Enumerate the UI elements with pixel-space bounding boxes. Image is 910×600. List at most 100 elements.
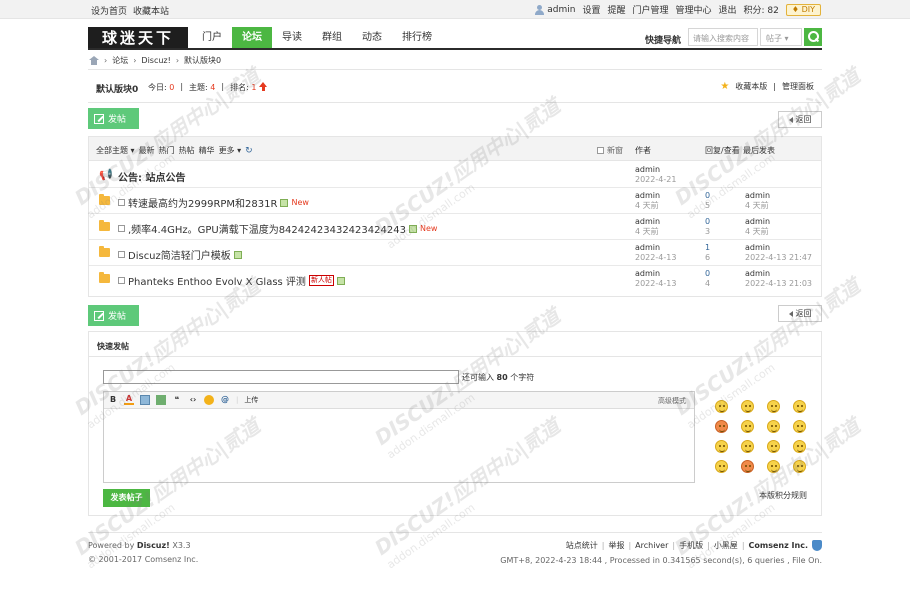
thread-replies[interactable]: 0: [705, 217, 710, 227]
diy-button[interactable]: ♦ DIY: [785, 3, 821, 16]
filter-digest[interactable]: 精华: [199, 145, 215, 156]
announcement-author[interactable]: admin: [635, 165, 676, 175]
smiley-icon[interactable]: [767, 440, 780, 453]
thread-checkbox[interactable]: [118, 251, 125, 258]
thread-checkbox[interactable]: [118, 225, 125, 232]
breadcrumb-forum[interactable]: 论坛: [112, 55, 128, 66]
nav-forum[interactable]: 论坛: [232, 27, 272, 48]
new-window-toggle[interactable]: 新窗: [597, 145, 623, 156]
thread-author[interactable]: admin: [635, 269, 676, 279]
settings-link[interactable]: 设置: [582, 3, 600, 16]
footer-stats-link[interactable]: 站点统计: [566, 540, 598, 551]
nav-groups[interactable]: 群组: [312, 27, 352, 48]
footer-report-link[interactable]: 举报: [608, 540, 624, 551]
thread-title[interactable]: ,频率4.4GHz。GPU满载下温度为84242423432423424243: [128, 221, 406, 236]
nav-ranking[interactable]: 排行榜: [392, 27, 442, 48]
advanced-mode-link[interactable]: 高级模式: [658, 396, 686, 406]
smiley-icon[interactable]: [741, 440, 754, 453]
new-post-button-top[interactable]: 发帖: [88, 108, 139, 129]
smiley-icon[interactable]: [767, 420, 780, 433]
search-input[interactable]: 请输入搜索内容: [688, 28, 758, 46]
thread-author[interactable]: admin: [635, 217, 660, 227]
col-replies-views[interactable]: 回复/查看: [705, 145, 740, 156]
admin-center-link[interactable]: 管理中心: [675, 3, 711, 16]
subject-input[interactable]: [103, 370, 459, 384]
search-type-select[interactable]: 帖子 ▾: [760, 28, 802, 46]
nav-feed[interactable]: 动态: [352, 27, 392, 48]
footer-mobile-link[interactable]: 手机版: [679, 540, 703, 551]
refresh-icon[interactable]: ↻: [245, 146, 253, 156]
thread-replies[interactable]: 1: [705, 243, 710, 253]
font-color-button[interactable]: A: [124, 395, 134, 405]
footer-comsenz-link[interactable]: Comsenz Inc.: [749, 541, 808, 550]
col-last-post[interactable]: 最后发表: [743, 145, 775, 156]
thread-row[interactable]: ,频率4.4GHz。GPU满载下温度为84242423432423424243 …: [89, 214, 821, 240]
last-post-user[interactable]: admin: [745, 217, 770, 227]
shield-icon[interactable]: [812, 540, 822, 551]
favorite-board-link[interactable]: 收藏本版: [735, 81, 767, 92]
breadcrumb-discuz[interactable]: Discuz!: [141, 56, 170, 65]
thread-replies[interactable]: 0: [705, 269, 710, 279]
logout-link[interactable]: 退出: [719, 3, 737, 16]
bold-button[interactable]: B: [108, 395, 118, 405]
filter-hot[interactable]: 热门: [159, 145, 175, 156]
smiley-icon[interactable]: [715, 460, 728, 473]
thread-title[interactable]: Phanteks Enthoo Evolv X Glass 评测: [128, 273, 306, 288]
filter-latest[interactable]: 最新: [139, 145, 155, 156]
last-post-user[interactable]: admin: [745, 191, 770, 201]
smiley-icon[interactable]: [715, 440, 728, 453]
smiley-icon[interactable]: [793, 440, 806, 453]
user-menu[interactable]: admin: [535, 4, 575, 15]
quick-nav-link[interactable]: 快捷导航: [645, 33, 681, 46]
username-link[interactable]: admin: [547, 5, 575, 15]
portal-admin-link[interactable]: 门户管理: [632, 3, 668, 16]
smiley-icon[interactable]: [715, 420, 728, 433]
manage-panel-link[interactable]: 管理面板: [782, 81, 814, 92]
site-logo[interactable]: 球迷天下: [88, 27, 188, 49]
breadcrumb-board[interactable]: 默认版块0: [184, 55, 221, 66]
thread-author[interactable]: admin: [635, 191, 660, 201]
new-post-button-bottom[interactable]: 发帖: [88, 305, 139, 326]
announcement-title[interactable]: 公告: 站点公告: [118, 169, 185, 184]
powered-brand-link[interactable]: Discuz!: [137, 541, 170, 550]
code-icon[interactable]: ‹›: [188, 395, 198, 405]
set-homepage-link[interactable]: 设为首页: [91, 4, 127, 17]
smiley-icon[interactable]: [741, 460, 754, 473]
nav-guide[interactable]: 导读: [272, 27, 312, 48]
smiley-icon[interactable]: [767, 400, 780, 413]
smiley-icon[interactable]: [715, 400, 728, 413]
last-post-time[interactable]: 4 天前: [745, 201, 770, 211]
image-icon[interactable]: [140, 395, 150, 405]
last-post-user[interactable]: admin: [745, 269, 812, 279]
filter-more[interactable]: 更多 ▾: [219, 145, 242, 156]
thread-row[interactable]: Phanteks Enthoo Evolv X Glass 评测 新人帖 adm…: [89, 266, 821, 292]
home-icon[interactable]: [89, 56, 99, 65]
link-icon[interactable]: [156, 395, 166, 405]
last-post-user[interactable]: admin: [745, 243, 812, 253]
at-icon[interactable]: @: [220, 395, 230, 405]
smiley-icon[interactable]: [741, 420, 754, 433]
smiley-icon[interactable]: [793, 400, 806, 413]
thread-row[interactable]: 转速最高约为2999RPM和2831R New admin 4 天前 0 5 a…: [89, 188, 821, 214]
thread-title[interactable]: Discuz简洁轻门户模板: [128, 247, 231, 262]
filter-hot-posts[interactable]: 热帖: [179, 145, 195, 156]
smiley-icon[interactable]: [767, 460, 780, 473]
announcement-row[interactable]: 📢 公告: 站点公告 admin 2022-4-21: [89, 162, 821, 188]
last-post-time[interactable]: 2022-4-13 21:47: [745, 253, 812, 263]
footer-archiver-link[interactable]: Archiver: [635, 541, 668, 550]
submit-post-button[interactable]: 发表帖子: [103, 489, 150, 507]
smiley-icon[interactable]: [741, 400, 754, 413]
credits-link[interactable]: 积分: 82: [744, 3, 779, 16]
board-credit-rules-link[interactable]: 本版积分规则: [759, 490, 807, 501]
last-post-time[interactable]: 4 天前: [745, 227, 770, 237]
search-button[interactable]: [804, 28, 822, 46]
smiley-icon[interactable]: [793, 420, 806, 433]
thread-checkbox[interactable]: [118, 277, 125, 284]
back-button-top[interactable]: 返回: [778, 111, 822, 128]
last-post-time[interactable]: 2022-4-13 21:03: [745, 279, 812, 289]
bookmark-site-link[interactable]: 收藏本站: [133, 4, 169, 17]
upload-button[interactable]: 上传: [244, 395, 258, 405]
thread-replies[interactable]: 0: [705, 191, 710, 201]
quote-icon[interactable]: ❝: [172, 395, 182, 405]
footer-blacklist-link[interactable]: 小黑屋: [714, 540, 738, 551]
